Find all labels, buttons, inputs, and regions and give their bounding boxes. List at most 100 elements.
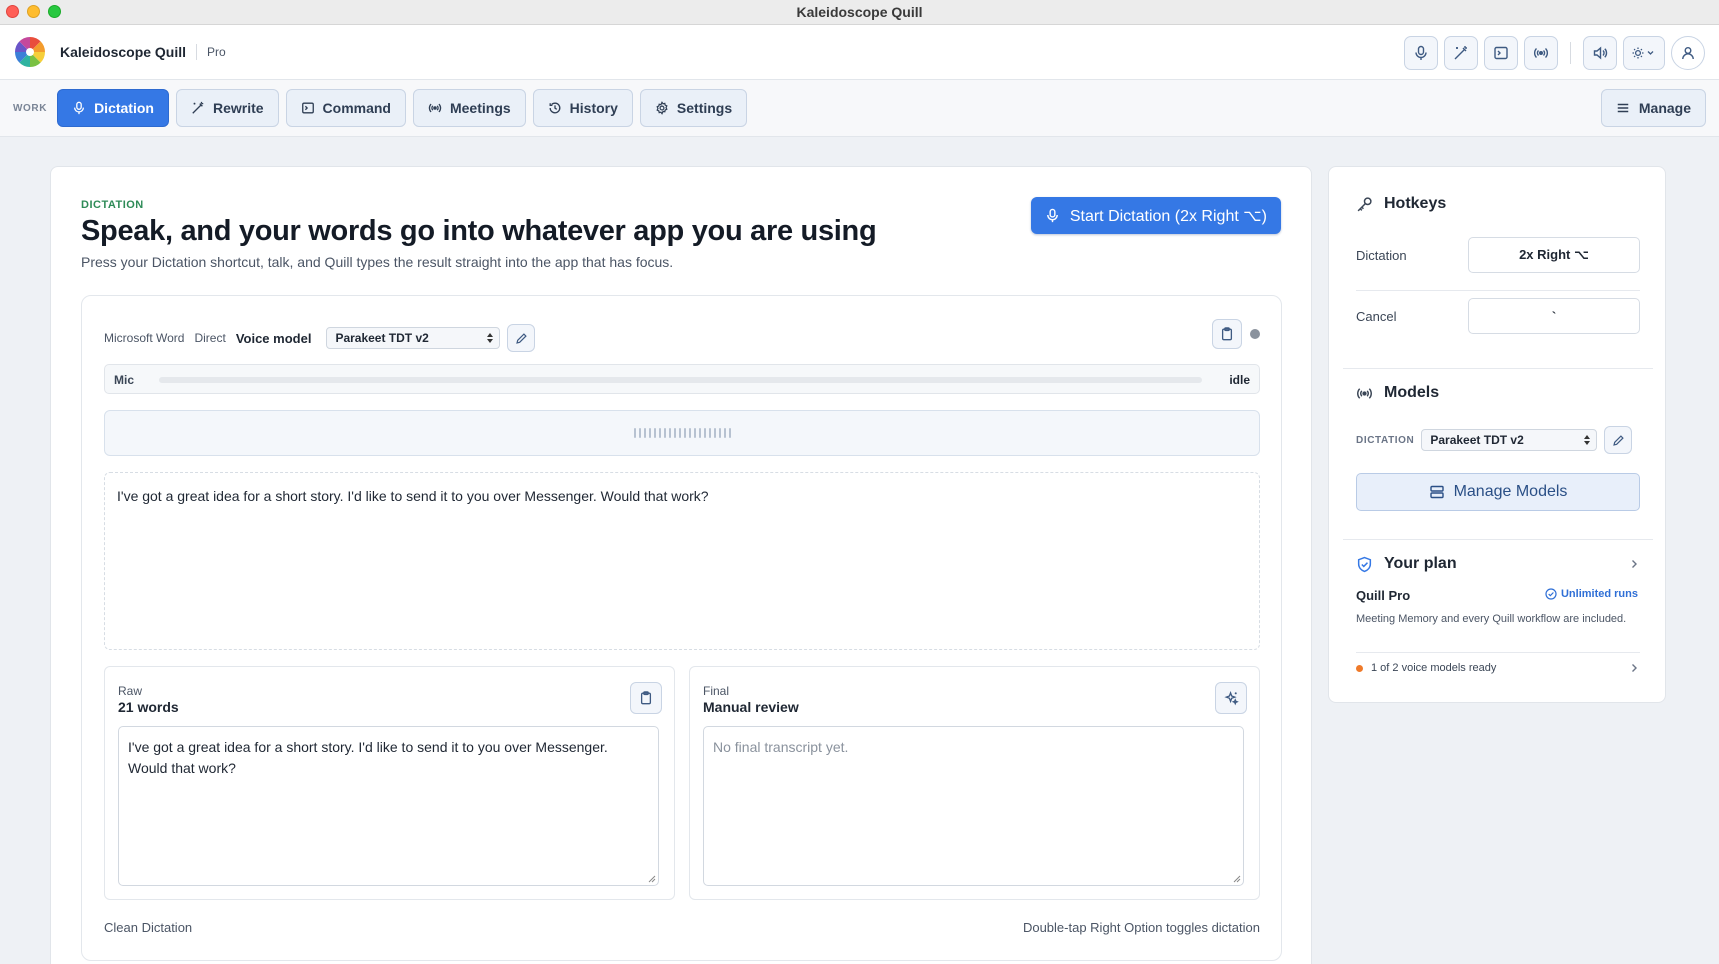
hotkey-label: Dictation [1356, 247, 1407, 263]
rewrite-shortcut-button[interactable] [1444, 36, 1478, 70]
title-bar: Kaleidoscope Quill [0, 0, 1719, 25]
plan-tag: Pro [207, 45, 226, 59]
final-transcript-textarea[interactable]: No final transcript yet. [703, 726, 1244, 886]
audio-output-button[interactable] [1583, 36, 1617, 70]
check-circle-icon [1545, 588, 1557, 600]
waveform-bar [638, 428, 641, 438]
dictation-model-value: Parakeet TDT v2 [1430, 433, 1524, 447]
manage-button[interactable]: Manage [1600, 89, 1706, 127]
terminal-icon [301, 101, 315, 115]
wand-icon [1453, 45, 1469, 61]
wand-icon [191, 101, 205, 115]
dictation-hotkey-field[interactable]: 2x Right ⌥ [1468, 237, 1640, 273]
manage-models-button[interactable]: Manage Models [1356, 473, 1640, 511]
sidebar: Hotkeys Dictation 2x Right ⌥ Cancel ` Mo… [1328, 166, 1666, 703]
sparkles-icon [1223, 690, 1239, 706]
target-app: Microsoft Word [104, 331, 185, 345]
waveform-bar [633, 428, 636, 438]
voice-models-status: 1 of 2 voice models ready [1371, 662, 1497, 674]
clipboard-icon [1220, 327, 1234, 341]
app-header: Kaleidoscope Quill Pro [0, 25, 1719, 80]
tab-label: History [569, 100, 618, 116]
clipboard-icon [639, 691, 653, 705]
dictation-workspace: Microsoft Word Direct Voice model Parake… [81, 295, 1282, 961]
plan-name: Quill Pro [1356, 588, 1411, 603]
raw-transcript-textarea[interactable]: I've got a great idea for a short story.… [118, 726, 659, 886]
start-dictation-label: Start Dictation (2x Right ⌥) [1069, 207, 1267, 225]
final-label: Final [703, 684, 730, 698]
theme-toggle-button[interactable] [1623, 36, 1665, 70]
tab-settings[interactable]: Settings [639, 89, 748, 127]
divider [1356, 290, 1640, 291]
your-plan-title: Your plan [1384, 555, 1457, 572]
raw-transcript-text: I've got a great idea for a short story.… [128, 739, 608, 776]
tab-label: Settings [676, 100, 733, 116]
voice-models-status-link[interactable]: 1 of 2 voice models ready [1356, 662, 1640, 674]
mic-icon [1413, 45, 1429, 61]
tab-rewrite[interactable]: Rewrite [175, 89, 279, 127]
waveform-bar [728, 428, 731, 438]
meetings-shortcut-button[interactable] [1524, 36, 1558, 70]
generate-final-button[interactable] [1215, 682, 1247, 714]
manage-models-label: Manage Models [1453, 483, 1568, 500]
traffic-lights [6, 5, 61, 18]
page-subtitle: Press your Dictation shortcut, talk, and… [81, 254, 674, 270]
tab-dictation[interactable]: Dictation [57, 89, 169, 127]
app-logo-icon [14, 36, 46, 68]
command-shortcut-button[interactable] [1484, 36, 1518, 70]
waveform-display [104, 410, 1260, 456]
waveform-bar [683, 428, 686, 438]
close-window-button[interactable] [6, 5, 19, 18]
minimize-window-button[interactable] [27, 5, 40, 18]
account-button[interactable] [1671, 36, 1705, 70]
dictation-model-row: DICTATION Parakeet TDT v2 [1356, 426, 1640, 454]
window-title: Kaleidoscope Quill [796, 4, 923, 20]
shield-check-icon [1356, 556, 1373, 573]
waveform-bar [658, 428, 661, 438]
maximize-window-button[interactable] [48, 5, 61, 18]
tab-label: Command [322, 100, 391, 116]
voice-model-select[interactable]: Parakeet TDT v2 [326, 327, 501, 349]
tab-meetings[interactable]: Meetings [412, 89, 526, 127]
status-dot [1250, 329, 1260, 339]
mic-state: idle [1229, 373, 1250, 387]
speaker-icon [1592, 45, 1608, 61]
your-plan-link[interactable]: Your plan [1356, 555, 1640, 573]
cancel-hotkey-field[interactable]: ` [1468, 298, 1640, 334]
tab-command[interactable]: Command [285, 89, 406, 127]
waveform-bar [688, 428, 691, 438]
manage-label: Manage [1638, 100, 1691, 116]
edit-voice-model-button[interactable] [507, 324, 536, 352]
edit-dictation-model-button[interactable] [1604, 426, 1633, 454]
tab-label: Dictation [94, 100, 154, 116]
resize-handle-icon[interactable] [1233, 875, 1241, 883]
menu-icon [1616, 101, 1630, 115]
mic-label: Mic [114, 373, 135, 387]
waveform-bar [718, 428, 721, 438]
hotkeys-header: Hotkeys [1356, 195, 1446, 213]
dictation-card: DICTATION Speak, and your words go into … [50, 166, 1312, 964]
waveform-bar [708, 428, 711, 438]
nav-section-label: WORK [13, 102, 48, 114]
dictation-model-select[interactable]: Parakeet TDT v2 [1421, 429, 1598, 451]
brand-name: Kaleidoscope Quill [60, 44, 187, 60]
copy-raw-button[interactable] [630, 682, 662, 714]
start-dictation-button[interactable]: Start Dictation (2x Right ⌥) [1030, 197, 1281, 234]
copy-transcript-button[interactable] [1212, 319, 1242, 349]
tab-label: Rewrite [212, 100, 264, 116]
header-divider [196, 44, 198, 60]
raw-panel: Raw 21 words I've got a great idea for a… [104, 666, 675, 900]
waveform-bar [698, 428, 701, 438]
raw-label: Raw [118, 684, 143, 698]
models-header: Models [1356, 384, 1439, 402]
final-panel: Final Manual review No final transcript … [689, 666, 1260, 900]
resize-handle-icon[interactable] [648, 875, 656, 883]
waveform-bar [663, 428, 666, 438]
mic-level-meter [159, 377, 1202, 383]
dictation-shortcut-button[interactable] [1404, 36, 1438, 70]
tab-history[interactable]: History [532, 89, 633, 127]
header-toolbar-divider [1570, 42, 1571, 64]
plan-badge: Unlimited runs [1545, 588, 1638, 600]
key-icon [1356, 196, 1373, 213]
page-title: Speak, and your words go into whatever a… [81, 215, 877, 247]
